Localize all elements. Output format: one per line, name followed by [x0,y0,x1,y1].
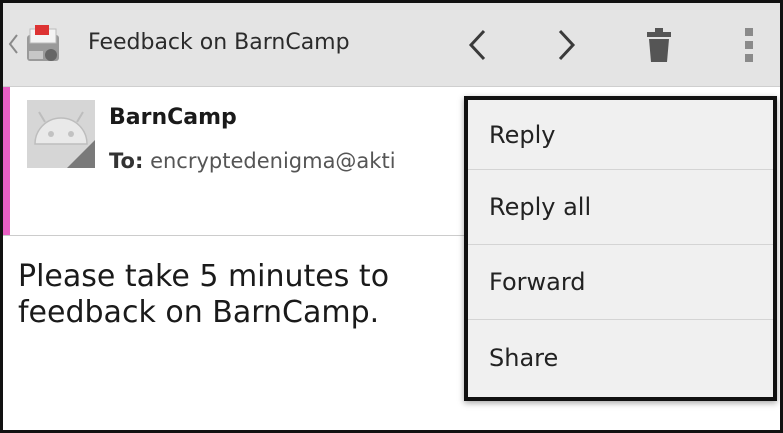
up-caret-icon[interactable] [7,33,19,55]
next-message-button[interactable] [539,17,595,73]
app-icon[interactable] [21,21,69,69]
sender-name: BarnCamp [109,105,237,130]
overflow-menu-button[interactable] [721,17,777,73]
chevron-left-icon [468,29,486,61]
screenshot-frame: Feedback on BarnCamp BarnCamp To: encryp… [0,0,783,433]
overflow-popup-menu: Reply Reply all Forward Share [464,96,777,401]
android-avatar-icon [27,100,95,168]
conversation-accent-bar [3,87,10,235]
chevron-right-icon [558,29,576,61]
delete-button[interactable] [631,17,687,73]
recipient-address: encryptedenigma@akti [150,149,396,173]
trash-icon [647,28,671,62]
action-bar: Feedback on BarnCamp [3,3,780,87]
recipient-line: To: encryptedenigma@akti [109,149,396,173]
sender-avatar[interactable] [27,100,95,168]
more-vert-icon [745,28,753,62]
header-divider [3,235,473,236]
menu-item-reply-all[interactable]: Reply all [468,170,773,245]
menu-item-forward[interactable]: Forward [468,245,773,320]
conversation-title: Feedback on BarnCamp [88,30,350,55]
to-label: To: [109,149,144,173]
previous-message-button[interactable] [449,17,505,73]
menu-item-reply[interactable]: Reply [468,100,773,170]
menu-item-share[interactable]: Share [468,320,773,395]
message-header[interactable]: BarnCamp To: encryptedenigma@akti [3,87,473,235]
